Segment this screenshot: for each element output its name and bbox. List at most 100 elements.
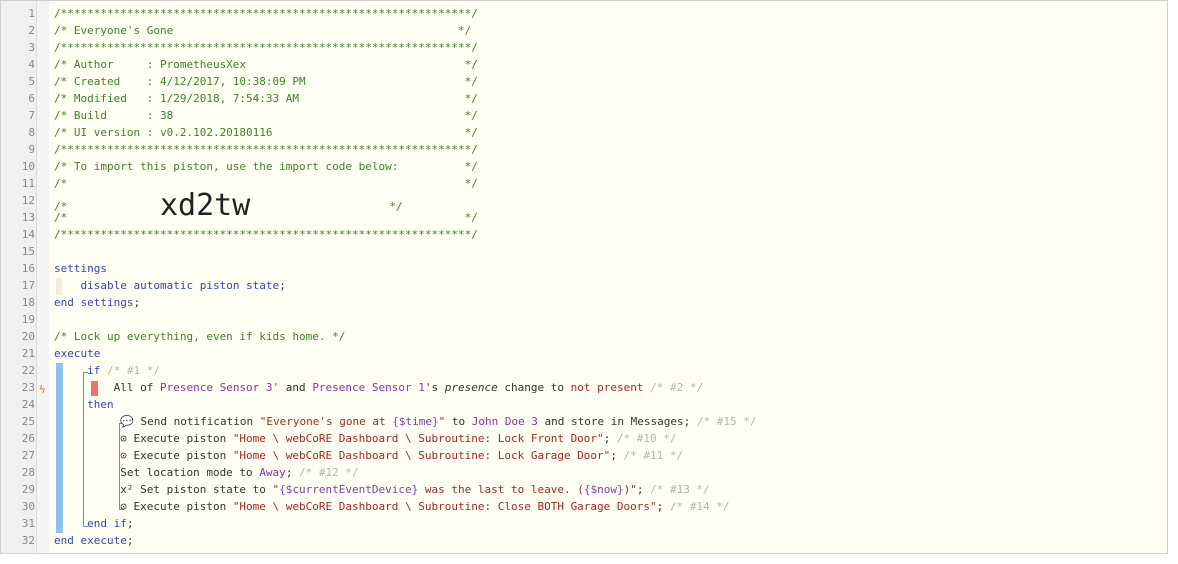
code-token: /* #1 */ xyxy=(100,364,160,377)
line-text: /* To import this piston, use the import… xyxy=(54,158,478,175)
code-token: 💬 Send notification xyxy=(54,415,260,428)
line-text: /* Lock up everything, even if kids home… xyxy=(54,328,345,345)
line-number: 1 xyxy=(28,7,35,20)
code-token: "Home \ webCoRE Dashboard \ Subroutine: … xyxy=(232,432,604,445)
code-token: execute xyxy=(54,347,101,360)
line-text: /* Modified : 1/29/2018, 7:54:33 AM */ xyxy=(54,90,478,107)
code-token: "Everyone's gone at xyxy=(259,415,393,428)
code-line: 26 ⊙ Execute piston "Home \ webCoRE Dash… xyxy=(1,430,1167,447)
code-token: ⊙ Execute piston xyxy=(54,432,233,445)
line-number: 11 xyxy=(21,177,35,190)
code-token: /* */ xyxy=(54,211,478,224)
code-line: 20 /* Lock up everything, even if kids ho… xyxy=(1,328,1167,345)
code-token: end if xyxy=(87,517,127,530)
line-number: 32 xyxy=(21,534,35,547)
code-token: settings xyxy=(54,262,107,275)
code-token: if xyxy=(87,364,101,377)
line-number: 15 xyxy=(21,245,35,258)
code-token: /* #12 */ xyxy=(292,466,359,479)
line-number: 31 xyxy=(21,517,35,530)
line-number: 29 xyxy=(21,483,35,496)
code-line: 1 /**************************************… xyxy=(1,5,1167,22)
code-line: 14 /*************************************… xyxy=(1,226,1167,243)
line-text: ⊙ Execute piston "Home \ webCoRE Dashboa… xyxy=(54,430,677,447)
line-text: x² Set piston state to "{$currentEventDe… xyxy=(54,481,710,498)
line-number: 12 xyxy=(21,194,35,207)
line-text: then xyxy=(54,396,114,413)
line-text: settings xyxy=(54,260,107,277)
code-line: 30 ⊙ Execute piston "Home \ webCoRE Dash… xyxy=(1,498,1167,515)
code-token: Set location mode to xyxy=(54,466,260,479)
code-line: 18 end settings; xyxy=(1,294,1167,311)
code-line: 2 /* Everyone's Gone */ xyxy=(1,22,1167,39)
code-token: /***************************************… xyxy=(54,228,478,241)
line-number: 14 xyxy=(21,228,35,241)
code-token: /* */ xyxy=(54,177,478,190)
line-number: 27 xyxy=(21,449,35,462)
line-text: Set location mode to Away; /* #12 */ xyxy=(54,464,359,481)
code-line: 17 disable automatic piston state; xyxy=(1,277,1167,294)
line-text: /* Created : 4/12/2017, 10:38:09 PM */ xyxy=(54,73,478,90)
code-token: /* UI version : v0.2.102.20180116 */ xyxy=(54,126,478,139)
code-line: 19 xyxy=(1,311,1167,328)
code-line: 31 end if; xyxy=(1,515,1167,532)
code-token: /* Everyone's Gone */ xyxy=(54,24,472,37)
code-line: 24 then xyxy=(1,396,1167,413)
line-number: 24 xyxy=(21,398,35,411)
code-line: 9 /**************************************… xyxy=(1,141,1167,158)
code-line: 3 /**************************************… xyxy=(1,39,1167,56)
line-number: 5 xyxy=(28,75,35,88)
line-number: 19 xyxy=(21,313,35,326)
code-token: /* #11 */ xyxy=(616,449,684,462)
line-text: /* */ xyxy=(54,209,478,226)
code-line: 23 All of Presence Sensor 3' and Presenc… xyxy=(1,379,1167,396)
code-line: 16 settings xyxy=(1,260,1167,277)
code-token: /* Build : 38 */ xyxy=(54,109,478,122)
line-number: 18 xyxy=(21,296,35,309)
line-number: 13 xyxy=(21,211,35,224)
line-number: 21 xyxy=(21,347,35,360)
code-token: ; xyxy=(279,279,286,292)
code-token: /* #13 */ xyxy=(643,483,710,496)
line-text: end if; xyxy=(54,515,133,532)
code-token: )" xyxy=(623,483,637,496)
line-text: /* Everyone's Gone */ xyxy=(54,22,471,39)
code-token: {$currentEventDevice} xyxy=(279,483,419,496)
code-token: then xyxy=(87,398,114,411)
line-number: 10 xyxy=(21,160,35,173)
code-token: /***************************************… xyxy=(54,41,478,54)
code-token: {$time} xyxy=(392,415,439,428)
line-text: /***************************************… xyxy=(54,39,478,56)
code-line: 22 if /* #1 */ xyxy=(1,362,1167,379)
code-token: end settings xyxy=(54,296,134,309)
code-token: ; xyxy=(126,534,134,547)
code-token: not present xyxy=(570,381,644,394)
line-text: All of Presence Sensor 3' and Presence S… xyxy=(54,379,704,396)
code-line: 7 /* Build : 38 */ xyxy=(1,107,1167,124)
code-line: 32 end execute; xyxy=(1,532,1167,549)
line-text: if /* #1 */ xyxy=(54,362,160,379)
code-token: ⊙ Execute piston xyxy=(54,449,233,462)
line-number: 16 xyxy=(21,262,35,275)
code-token: /* #10 */ xyxy=(610,432,677,445)
line-number: 20 xyxy=(21,330,35,343)
code-token: John Doe 3 xyxy=(471,415,538,428)
code-token: /* #15 */ xyxy=(690,415,757,428)
line-text: /* */ xyxy=(54,175,478,192)
line-text: disable automatic piston state; xyxy=(54,277,286,294)
code-line: 12/* xd2tw */ xyxy=(1,191,1167,221)
code-line: 5 /* Created : 4/12/2017, 10:38:09 PM */ xyxy=(1,73,1167,90)
code-token: "Home \ webCoRE Dashboard \ Subroutine: … xyxy=(232,500,657,513)
line-text: /* UI version : v0.2.102.20180116 */ xyxy=(54,124,478,141)
code-token: was the last to leave. ( xyxy=(418,483,584,496)
line-number: 30 xyxy=(21,500,35,513)
code-token: presence xyxy=(444,381,498,394)
line-number: 26 xyxy=(21,432,35,445)
line-text: /***************************************… xyxy=(54,141,478,158)
code-token: to xyxy=(445,415,472,428)
code-line: 13 /* */ xyxy=(1,209,1167,226)
line-number: 22 xyxy=(21,364,35,377)
code-line: 15 xyxy=(1,243,1167,260)
code-token: /* Author : PrometheusXex */ xyxy=(54,58,478,71)
